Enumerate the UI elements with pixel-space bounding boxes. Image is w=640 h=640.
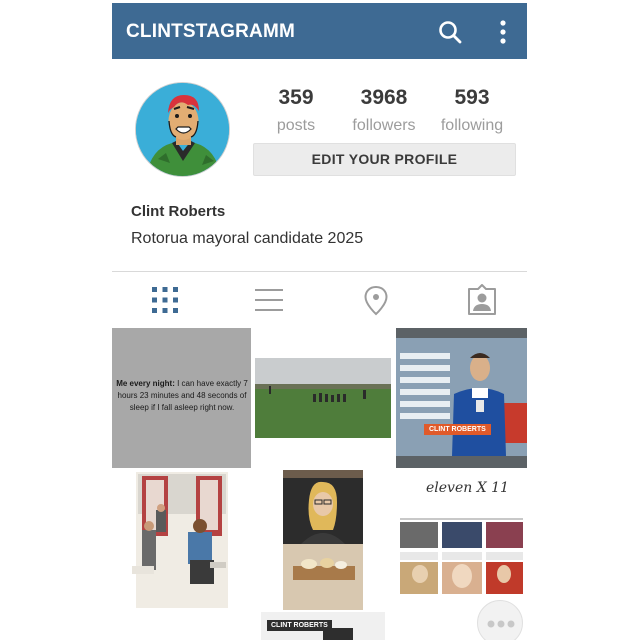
following-count-label: following bbox=[440, 117, 504, 134]
section-divider bbox=[112, 271, 527, 272]
ellipsis-icon bbox=[487, 620, 515, 628]
photo-thumbnail[interactable]: CLINT ROBERTS bbox=[396, 328, 527, 468]
following-count-value: 593 bbox=[454, 86, 490, 109]
tab-photo-map[interactable] bbox=[360, 284, 392, 316]
app-bar: CLINTSTAGRAMM bbox=[112, 3, 527, 59]
app-title: CLINTSTAGRAMM bbox=[126, 21, 295, 42]
tab-tagged-photos[interactable] bbox=[466, 284, 498, 316]
posts-count-value: 359 bbox=[278, 86, 314, 109]
followers-count-label: followers bbox=[352, 117, 416, 134]
photo-label: CLINT ROBERTS bbox=[267, 620, 332, 631]
followers-count[interactable]: 3968 followers bbox=[339, 86, 429, 135]
photo-thumbnail[interactable] bbox=[112, 612, 251, 640]
photo-thumbnail[interactable] bbox=[112, 470, 251, 610]
location-pin-icon bbox=[364, 285, 388, 316]
followers-count-value: 3968 bbox=[360, 86, 408, 109]
posts-count-label: posts bbox=[276, 117, 316, 134]
profile-bio: Rotorua mayoral candidate 2025 bbox=[131, 230, 364, 247]
photo-grid: Me every night: I can have exactly 7 hou… bbox=[112, 328, 527, 640]
profile-name: Clint Roberts bbox=[131, 203, 226, 220]
more-options-icon[interactable] bbox=[496, 18, 510, 46]
meme-caption: Me every night: I can have exactly 7 hou… bbox=[116, 378, 248, 414]
following-count[interactable]: 593 following bbox=[427, 86, 517, 135]
meme-caption-lead: Me every night: bbox=[116, 379, 175, 388]
tab-list-view[interactable] bbox=[253, 284, 285, 316]
search-icon[interactable] bbox=[438, 20, 462, 44]
more-actions-button[interactable] bbox=[477, 600, 523, 640]
tagged-person-icon bbox=[468, 284, 496, 315]
photo-thumbnail[interactable] bbox=[253, 328, 393, 468]
tab-grid-view[interactable] bbox=[149, 284, 181, 316]
list-icon bbox=[255, 289, 283, 311]
photo-thumbnail[interactable]: CLINT ROBERTS bbox=[253, 612, 393, 640]
magazine-title: eleven X 11 bbox=[426, 480, 509, 496]
photo-thumbnail[interactable]: eleven X 11 bbox=[396, 470, 527, 610]
profile-avatar[interactable] bbox=[135, 82, 230, 177]
edit-profile-button[interactable]: EDIT YOUR PROFILE bbox=[253, 143, 516, 176]
photo-thumbnail[interactable]: Me every night: I can have exactly 7 hou… bbox=[112, 328, 251, 468]
grid-icon bbox=[152, 287, 178, 313]
photo-thumbnail[interactable] bbox=[253, 470, 393, 610]
profile-screen: CLINTSTAGRAMM 359 posts 3968 followers 5… bbox=[112, 0, 527, 640]
tv-caption: CLINT ROBERTS bbox=[424, 424, 491, 435]
posts-count: 359 posts bbox=[251, 86, 341, 135]
